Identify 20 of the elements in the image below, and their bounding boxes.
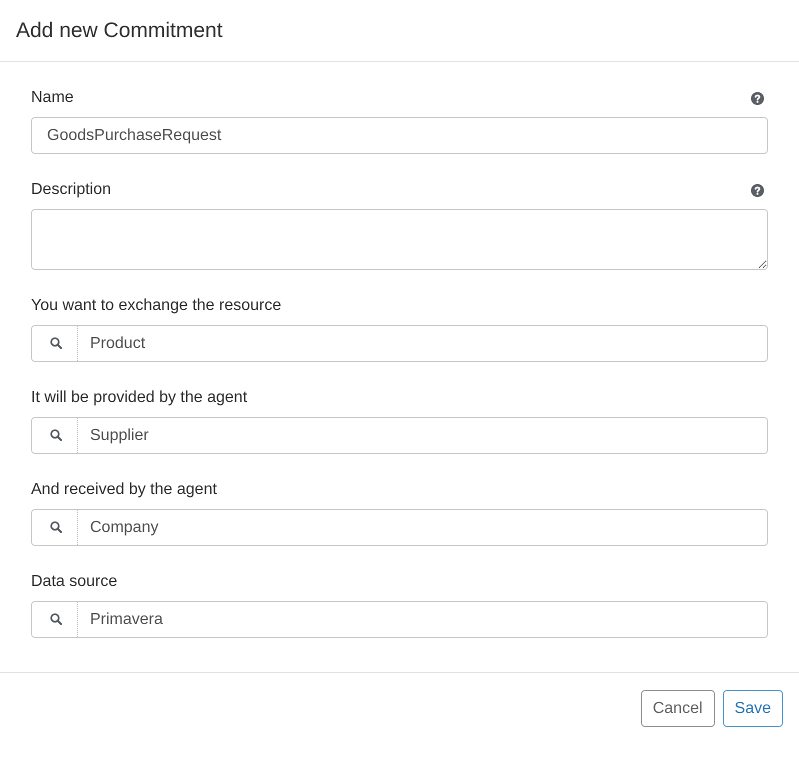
field-label: It will be provided by the agent <box>31 388 248 408</box>
save-button[interactable]: Save <box>722 690 783 727</box>
help-icon[interactable] <box>751 92 764 104</box>
search-input[interactable]: Product <box>31 325 768 362</box>
dialog-title: Add new Commitment <box>16 18 223 44</box>
search-icon <box>50 429 62 441</box>
search-input[interactable]: Primavera <box>31 601 768 638</box>
help-icon[interactable] <box>751 184 764 196</box>
search-icon <box>50 337 62 349</box>
field-label: And received by the agent <box>31 480 217 500</box>
field-label: Description <box>31 180 112 200</box>
field-label: Name <box>31 88 74 108</box>
cancel-button[interactable]: Cancel <box>640 690 715 727</box>
field-label: Data source <box>31 572 118 592</box>
search-icon <box>50 521 62 533</box>
search-input[interactable]: Company <box>31 509 768 546</box>
name-input[interactable]: GoodsPurchaseRequest <box>31 117 768 154</box>
search-input[interactable]: Supplier <box>31 417 768 454</box>
field-label: You want to exchange the resource <box>31 296 282 316</box>
search-icon <box>50 613 62 625</box>
